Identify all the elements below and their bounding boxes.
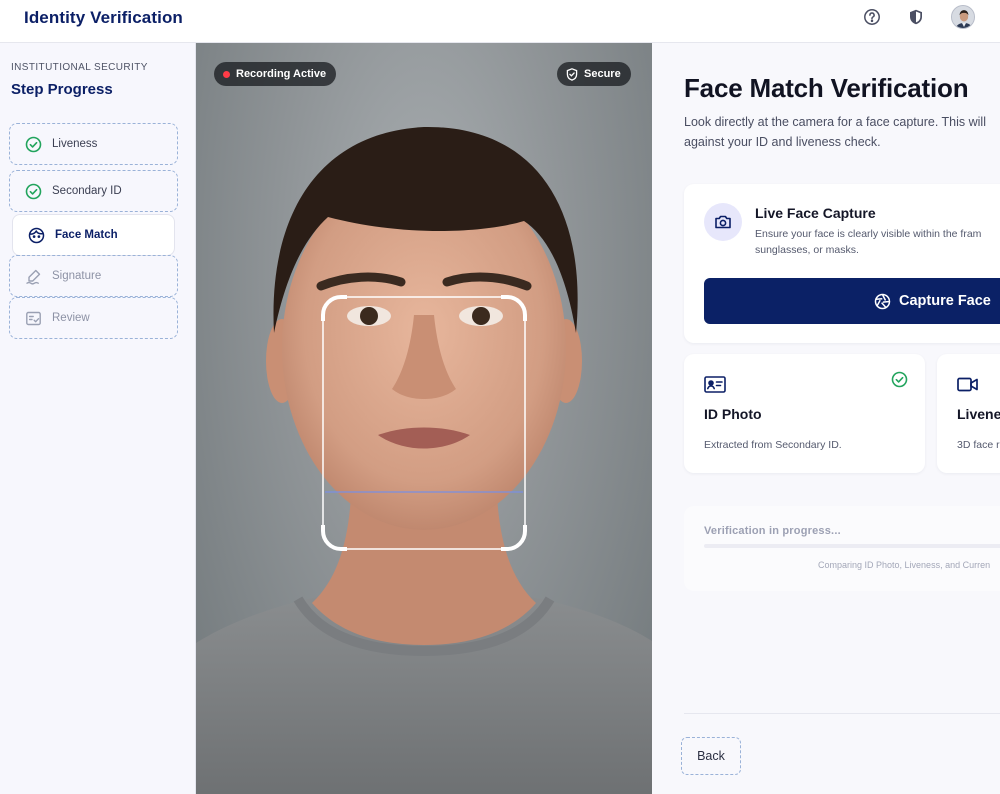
step-liveness[interactable]: Liveness xyxy=(9,123,178,165)
camera-icon xyxy=(704,203,742,241)
liveness-card-title: Livene xyxy=(957,406,1000,422)
id-card-icon xyxy=(704,376,726,398)
step-secondary-id[interactable]: Secondary ID xyxy=(9,170,178,212)
step-label: Secondary ID xyxy=(52,185,122,197)
footer-divider xyxy=(684,713,1000,714)
step-label: Signature xyxy=(52,270,102,282)
description-line: against your ID and liveness check. xyxy=(684,135,881,149)
capture-face-button[interactable]: Capture Face xyxy=(704,278,1000,324)
shield-check-icon xyxy=(566,67,578,81)
step-face-match[interactable]: Face Match xyxy=(12,214,175,256)
sidebar: INSTITUTIONAL SECURITY Step Progress Liv… xyxy=(0,43,196,794)
liveness-card: Livene 3D face r xyxy=(937,354,1000,473)
liveness-card-description: 3D face r xyxy=(957,439,1000,451)
signature-icon xyxy=(24,267,42,285)
recording-dot-icon xyxy=(223,70,230,78)
description-line: Look directly at the camera for a face c… xyxy=(684,115,986,129)
review-icon xyxy=(24,309,42,327)
step-label: Face Match xyxy=(55,229,118,241)
progress-track xyxy=(704,544,1000,548)
progress-label: Verification in progress... xyxy=(704,525,841,537)
recording-label: Recording Active xyxy=(236,68,327,80)
page-description: Look directly at the camera for a face c… xyxy=(684,112,1000,152)
verification-panel: Face Match Verification Look directly at… xyxy=(652,43,1000,794)
camera-subject-image xyxy=(196,126,652,794)
step-label: Liveness xyxy=(52,138,98,150)
capture-face-label: Capture Face xyxy=(899,293,991,309)
check-circle-icon xyxy=(24,182,42,200)
app-title: Identity Verification xyxy=(24,8,183,27)
video-icon xyxy=(957,376,979,398)
step-signature[interactable]: Signature xyxy=(9,255,178,297)
aperture-icon xyxy=(874,293,891,310)
back-button[interactable]: Back xyxy=(681,737,741,775)
secure-label: Secure xyxy=(584,68,621,80)
secure-badge: Secure xyxy=(557,62,631,86)
recording-badge: Recording Active xyxy=(214,62,337,86)
page-title: Face Match Verification xyxy=(684,73,969,103)
capture-card-title: Live Face Capture xyxy=(755,205,876,221)
sidebar-eyebrow: INSTITUTIONAL SECURITY xyxy=(11,62,148,73)
camera-feed: Recording Active Secure xyxy=(196,43,652,794)
progress-note: Comparing ID Photo, Liveness, and Curren xyxy=(818,560,991,570)
id-photo-card: ID Photo Extracted from Secondary ID. xyxy=(684,354,925,473)
id-photo-title: ID Photo xyxy=(704,406,762,422)
id-photo-description: Extracted from Secondary ID. xyxy=(704,439,842,451)
check-circle-icon xyxy=(891,371,908,393)
verification-progress-card: Verification in progress... Comparing ID… xyxy=(684,506,1000,591)
face-icon xyxy=(27,226,45,244)
capture-card-description: Ensure your face is clearly visible with… xyxy=(755,228,982,256)
avatar[interactable] xyxy=(951,5,975,29)
top-bar: Identity Verification xyxy=(0,0,1000,43)
shield-icon[interactable] xyxy=(907,8,925,26)
sidebar-title: Step Progress xyxy=(11,81,113,98)
live-face-capture-card: Live Face Capture Ensure your face is cl… xyxy=(684,184,1000,343)
help-icon[interactable] xyxy=(863,8,881,26)
step-review[interactable]: Review xyxy=(9,297,178,339)
step-label: Review xyxy=(52,312,90,324)
check-circle-icon xyxy=(24,135,42,153)
